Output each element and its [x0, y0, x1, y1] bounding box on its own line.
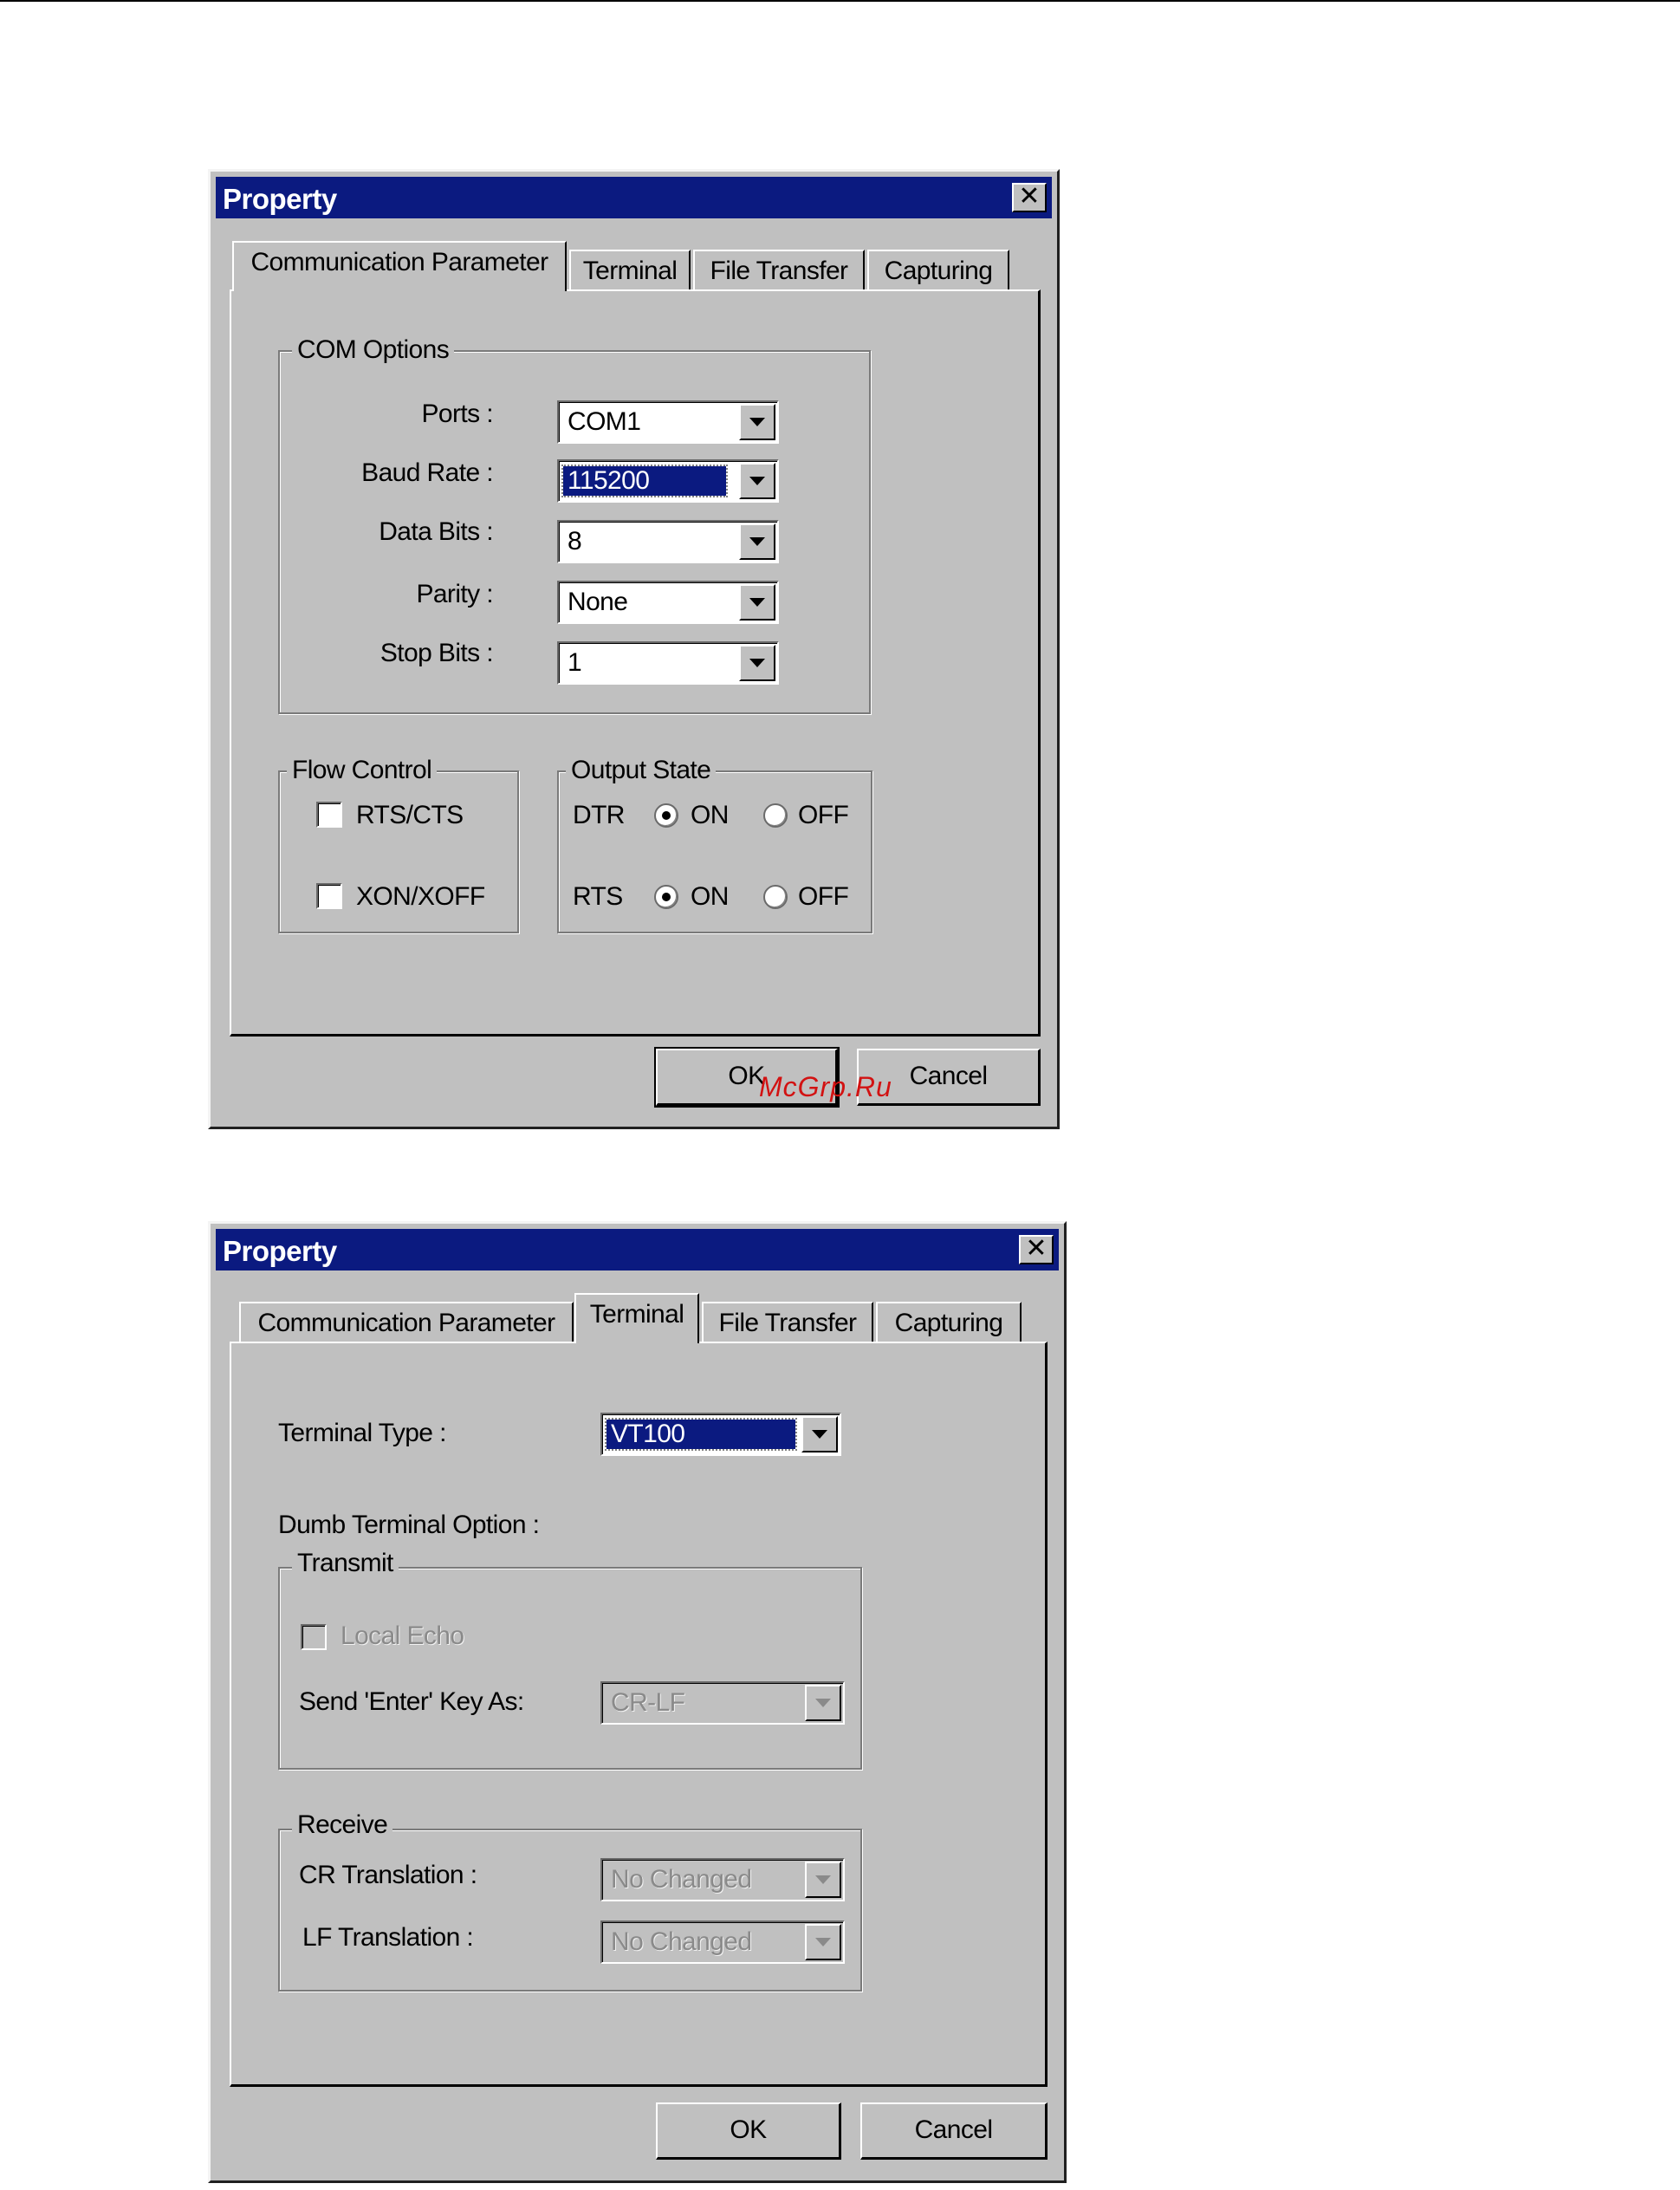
tab-terminal[interactable]: Terminal [569, 250, 691, 293]
ports-select[interactable]: COM1 [557, 400, 779, 444]
receive-group: Receive CR Translation : No Changed LF T… [278, 1810, 862, 1992]
transmit-group: Transmit Local Echo Send 'Enter' Key As:… [278, 1548, 862, 1770]
com-options-title: COM Options [292, 335, 455, 366]
close-icon: ✕ [1025, 1234, 1048, 1263]
tab-panel: COM Options Ports : COM1 Baud Rate : 115… [230, 289, 1041, 1037]
lf-translation-label: LF Translation : [302, 1923, 474, 1952]
rts-cts-label: RTS/CTS [356, 801, 464, 829]
watermark: McGrp.Ru [759, 1071, 892, 1102]
ports-value: COM1 [568, 407, 641, 436]
xon-xoff-label: XON/XOFF [356, 882, 485, 911]
ports-label: Ports : [421, 400, 494, 428]
tab-capturing[interactable]: Capturing [867, 250, 1009, 293]
cr-translation-select[interactable]: No Changed [600, 1858, 845, 1901]
rts-on-label: ON [691, 882, 729, 911]
ports-dropdown-button[interactable] [739, 404, 775, 440]
tab-panel: Terminal Type : VT100 Dumb Terminal Opti… [230, 1342, 1048, 2087]
stop-bits-value: 1 [568, 648, 582, 677]
cr-translation-dropdown-button[interactable] [805, 1862, 841, 1898]
title-bar: Property ✕ [216, 177, 1052, 218]
title-bar: Property ✕ [216, 1229, 1059, 1270]
baud-rate-dropdown-button[interactable] [739, 463, 775, 499]
terminal-type-value: VT100 [605, 1418, 797, 1451]
lf-translation-dropdown-button[interactable] [805, 1924, 841, 1960]
dtr-off-label: OFF [798, 801, 849, 829]
com-options-group: COM Options Ports : COM1 Baud Rate : 115… [278, 335, 871, 714]
terminal-type-dropdown-button[interactable] [801, 1416, 838, 1452]
terminal-type-select[interactable]: VT100 [600, 1413, 841, 1456]
output-state-title: Output State [566, 755, 717, 786]
baud-rate-value: 115200 [561, 465, 728, 497]
dumb-terminal-label: Dumb Terminal Option : [278, 1511, 540, 1539]
cancel-button[interactable]: Cancel [860, 2102, 1048, 2160]
lf-translation-value: No Changed [611, 1927, 752, 1956]
chevron-down-icon [812, 1430, 827, 1439]
tab-communication-parameter[interactable]: Communication Parameter [232, 241, 567, 291]
tab-capturing[interactable]: Capturing [876, 1302, 1022, 1345]
tab-communication-parameter[interactable]: Communication Parameter [239, 1302, 574, 1345]
lf-translation-select[interactable]: No Changed [600, 1920, 845, 1964]
data-bits-value: 8 [568, 527, 582, 556]
dtr-on-label: ON [691, 801, 729, 829]
property-dialog-terminal: Property ✕ Communication Parameter Termi… [208, 1221, 1067, 2183]
tab-terminal[interactable]: Terminal [574, 1293, 699, 1343]
page-top-rule [0, 0, 1680, 2]
chevron-down-icon [749, 537, 765, 546]
stop-bits-dropdown-button[interactable] [739, 645, 775, 681]
dtr-label: DTR [573, 801, 625, 829]
data-bits-label: Data Bits : [379, 517, 493, 546]
flow-control-group: Flow Control RTS/CTS XON/XOFF [278, 755, 519, 933]
parity-select[interactable]: None [557, 581, 779, 624]
chevron-down-icon [749, 598, 765, 607]
send-enter-label: Send 'Enter' Key As: [299, 1687, 524, 1716]
terminal-type-label: Terminal Type : [278, 1419, 446, 1447]
chevron-down-icon [749, 659, 765, 667]
baud-rate-label: Baud Rate : [361, 458, 493, 487]
output-state-group: Output State DTR ON OFF RTS ON OFF [557, 755, 872, 933]
cr-translation-label: CR Translation : [299, 1861, 477, 1889]
dtr-on-radio[interactable] [654, 803, 678, 828]
xon-xoff-checkbox[interactable] [316, 883, 342, 909]
receive-title: Receive [292, 1810, 393, 1841]
ok-button[interactable]: OK [656, 2102, 841, 2160]
chevron-down-icon [815, 1938, 831, 1946]
flow-control-title: Flow Control [287, 755, 438, 786]
tab-file-transfer[interactable]: File Transfer [693, 250, 865, 293]
cr-translation-value: No Changed [611, 1865, 752, 1894]
tab-file-transfer[interactable]: File Transfer [702, 1302, 873, 1345]
chevron-down-icon [815, 1699, 831, 1707]
dialog-title: Property [223, 183, 337, 215]
dtr-off-radio[interactable] [763, 803, 788, 828]
property-dialog-communication: Property ✕ Communication Parameter Termi… [208, 169, 1060, 1129]
data-bits-dropdown-button[interactable] [739, 523, 775, 560]
local-echo-checkbox[interactable] [301, 1624, 327, 1650]
send-enter-dropdown-button[interactable] [805, 1685, 841, 1721]
chevron-down-icon [815, 1875, 831, 1884]
send-enter-select[interactable]: CR-LF [600, 1681, 845, 1725]
transmit-title: Transmit [292, 1548, 399, 1579]
close-button[interactable]: ✕ [1012, 183, 1047, 212]
data-bits-select[interactable]: 8 [557, 520, 779, 563]
close-button[interactable]: ✕ [1019, 1235, 1054, 1264]
rts-label: RTS [573, 882, 623, 911]
stop-bits-label: Stop Bits : [379, 639, 494, 667]
parity-label: Parity : [416, 580, 493, 608]
rts-off-label: OFF [798, 882, 849, 911]
parity-value: None [568, 588, 628, 616]
chevron-down-icon [749, 477, 765, 485]
stop-bits-select[interactable]: 1 [557, 641, 779, 685]
baud-rate-select[interactable]: 115200 [557, 459, 779, 503]
close-icon: ✕ [1018, 182, 1041, 211]
rts-cts-checkbox[interactable] [316, 802, 342, 828]
rts-off-radio[interactable] [763, 885, 788, 909]
chevron-down-icon [749, 418, 765, 426]
parity-dropdown-button[interactable] [739, 584, 775, 621]
dialog-title: Property [223, 1235, 337, 1267]
local-echo-label: Local Echo [341, 1621, 464, 1650]
rts-on-radio[interactable] [654, 885, 678, 909]
send-enter-value: CR-LF [611, 1688, 685, 1717]
